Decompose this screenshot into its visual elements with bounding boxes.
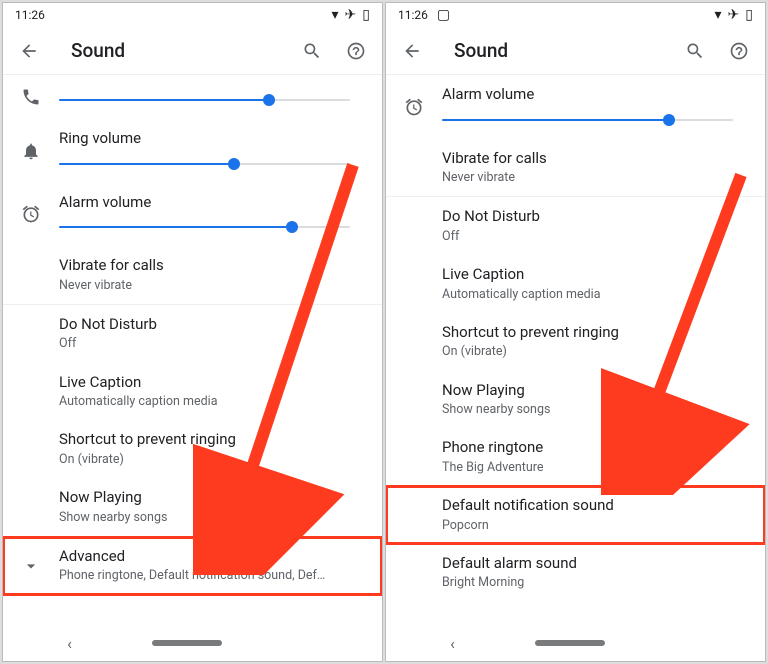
wifi-icon: ▾ [715, 8, 722, 22]
row-sub: On (vibrate) [59, 452, 366, 468]
alarm-volume-row[interactable]: Alarm volume [386, 75, 765, 139]
back-button[interactable] [11, 33, 47, 69]
help-icon [729, 41, 749, 61]
alarm-volume-slider[interactable] [442, 111, 733, 129]
dnd-row[interactable]: Do Not Disturb Off [3, 305, 382, 363]
row-sub: Phone ringtone, Default notification sou… [59, 568, 366, 584]
chevron-down-icon [21, 556, 41, 576]
alarm-icon [404, 97, 424, 117]
page-title: Sound [438, 39, 669, 62]
status-time: 11:26 [398, 8, 428, 22]
bell-icon [21, 141, 41, 161]
row-sub: Never vibrate [59, 278, 366, 294]
app-bar: Sound [3, 27, 382, 75]
ring-volume-row[interactable]: Ring volume [3, 119, 382, 183]
row-sub: Show nearby songs [59, 510, 366, 526]
advanced-row[interactable]: Advanced Phone ringtone, Default notific… [3, 537, 382, 595]
alarm-volume-row[interactable]: Alarm volume [3, 183, 382, 247]
row-label: Do Not Disturb [59, 315, 366, 335]
now-playing-row[interactable]: Now Playing Show nearby songs [3, 478, 382, 536]
airplane-icon: ✈ [728, 8, 740, 22]
call-volume-row[interactable] [3, 75, 382, 119]
row-sub: Never vibrate [442, 170, 749, 186]
row-sub: Show nearby songs [442, 402, 749, 418]
search-icon [302, 41, 322, 61]
row-label: Do Not Disturb [442, 207, 749, 227]
help-icon [346, 41, 366, 61]
row-sub: Popcorn [442, 518, 749, 534]
default-alarm-sound-row[interactable]: Default alarm sound Bright Morning [386, 544, 765, 602]
help-button[interactable] [338, 33, 374, 69]
status-time: 11:26 [15, 8, 45, 22]
wifi-icon: ▾ [332, 8, 339, 22]
nav-back-icon[interactable]: ‹ [450, 634, 455, 653]
phone-icon [21, 87, 41, 107]
row-label: Shortcut to prevent ringing [59, 430, 366, 450]
phone-left: 11:26 ▾ ✈ ▯ Sound [2, 2, 383, 662]
row-label: Vibrate for calls [442, 149, 749, 169]
arrow-back-icon [19, 41, 39, 61]
alarm-volume-label: Alarm volume [442, 85, 733, 105]
back-button[interactable] [394, 33, 430, 69]
airplane-icon: ✈ [345, 8, 357, 22]
row-label: Now Playing [59, 488, 366, 508]
alarm-volume-label: Alarm volume [59, 193, 350, 213]
shortcut-row[interactable]: Shortcut to prevent ringing On (vibrate) [386, 313, 765, 371]
vibrate-for-calls-row[interactable]: Vibrate for calls Never vibrate [3, 246, 382, 304]
row-sub: Off [442, 229, 749, 245]
app-bar: Sound [386, 27, 765, 75]
row-label: Vibrate for calls [59, 256, 366, 276]
vibrate-for-calls-row[interactable]: Vibrate for calls Never vibrate [386, 139, 765, 197]
row-label: Live Caption [442, 265, 749, 285]
alarm-icon [21, 204, 41, 224]
nav-bar: ‹ [3, 625, 382, 661]
battery-icon: ▯ [745, 8, 753, 22]
default-notification-sound-row[interactable]: Default notification sound Popcorn [386, 486, 765, 544]
row-label: Default alarm sound [442, 554, 749, 574]
arrow-back-icon [402, 41, 422, 61]
row-sub: Bright Morning [442, 575, 749, 591]
search-button[interactable] [677, 33, 713, 69]
home-pill[interactable] [152, 640, 222, 646]
row-label: Advanced [59, 547, 366, 567]
dnd-row[interactable]: Do Not Disturb Off [386, 197, 765, 255]
row-sub: On (vibrate) [442, 344, 749, 360]
phone-ringtone-row[interactable]: Phone ringtone The Big Adventure [386, 428, 765, 486]
search-icon [685, 41, 705, 61]
call-volume-slider[interactable] [59, 91, 350, 109]
battery-icon: ▯ [362, 8, 370, 22]
row-label: Phone ringtone [442, 438, 749, 458]
now-playing-row[interactable]: Now Playing Show nearby songs [386, 371, 765, 429]
ring-volume-label: Ring volume [59, 129, 350, 149]
home-pill[interactable] [535, 640, 605, 646]
live-caption-row[interactable]: Live Caption Automatically caption media [386, 255, 765, 313]
ring-volume-slider[interactable] [59, 155, 350, 173]
notification-icon: ▢ [437, 7, 450, 23]
page-title: Sound [55, 39, 286, 62]
row-label: Default notification sound [442, 496, 749, 516]
alarm-volume-slider[interactable] [59, 218, 350, 236]
search-button[interactable] [294, 33, 330, 69]
row-sub: Automatically caption media [442, 287, 749, 303]
row-label: Shortcut to prevent ringing [442, 323, 749, 343]
row-sub: Automatically caption media [59, 394, 366, 410]
row-label: Live Caption [59, 373, 366, 393]
live-caption-row[interactable]: Live Caption Automatically caption media [3, 363, 382, 421]
row-sub: Off [59, 336, 366, 352]
row-sub: The Big Adventure [442, 460, 749, 476]
nav-back-icon[interactable]: ‹ [67, 634, 72, 653]
settings-list: Ring volume Alarm volume [3, 75, 382, 625]
shortcut-row[interactable]: Shortcut to prevent ringing On (vibrate) [3, 420, 382, 478]
status-bar: 11:26 ▾ ✈ ▯ [3, 3, 382, 27]
settings-list: Alarm volume Vibrate for calls Never vib… [386, 75, 765, 625]
row-label: Now Playing [442, 381, 749, 401]
help-button[interactable] [721, 33, 757, 69]
nav-bar: ‹ [386, 625, 765, 661]
status-bar: 11:26 ▢ ▾ ✈ ▯ [386, 3, 765, 27]
phone-right: 11:26 ▢ ▾ ✈ ▯ Sound [385, 2, 766, 662]
